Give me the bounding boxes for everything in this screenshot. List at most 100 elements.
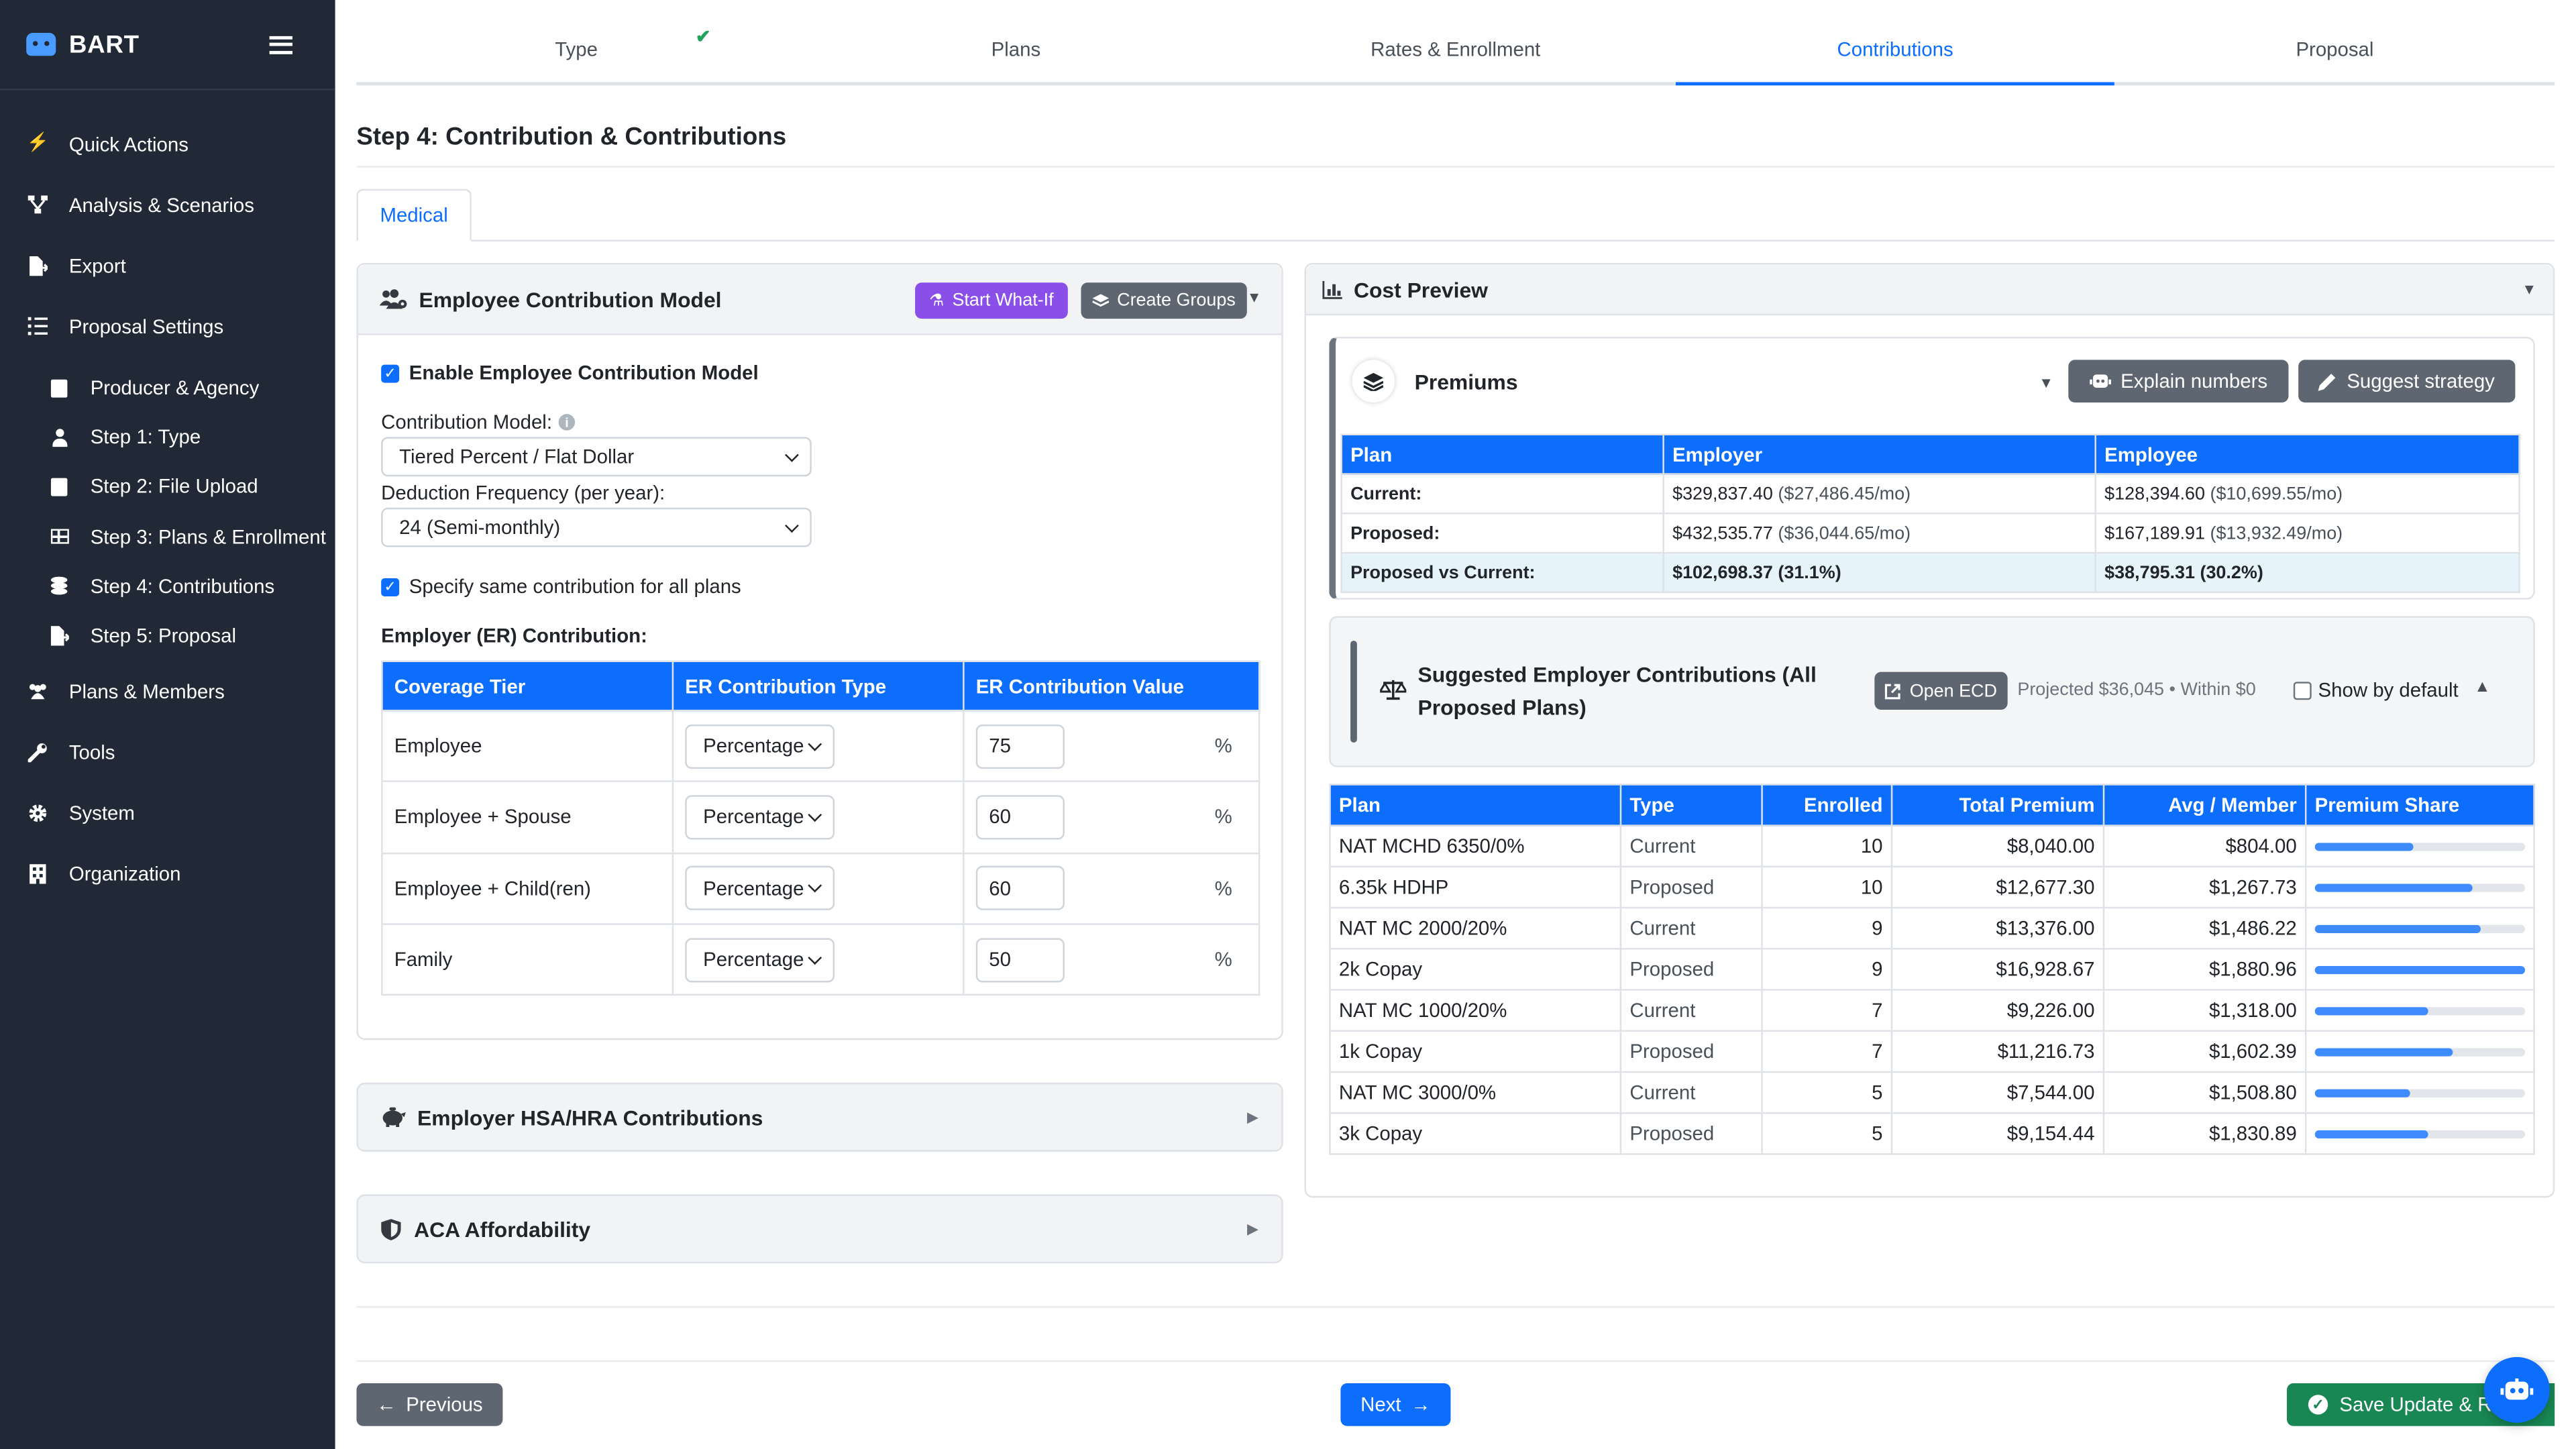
plan-name-cell: 1k Copay xyxy=(1329,1030,1622,1073)
er-contribution-table: Coverage Tier ER Contribution Type ER Co… xyxy=(381,660,1260,996)
premium-share-bar xyxy=(2314,842,2526,851)
er-value-input[interactable]: 75 xyxy=(975,724,1065,769)
enable-model-checkbox[interactable]: ✓ xyxy=(381,364,400,382)
wizard-step-plans[interactable]: Plans xyxy=(796,0,1236,82)
employee-amount: $128,394.60 xyxy=(2104,484,2205,504)
sidebar-item-organization[interactable]: Organization xyxy=(0,843,335,904)
table-header-row: Coverage Tier ER Contribution Type ER Co… xyxy=(381,660,1260,712)
show-default-checkbox[interactable] xyxy=(2293,681,2312,700)
premium-share-fill xyxy=(2314,842,2414,851)
chevron-down-icon xyxy=(785,447,799,462)
check-icon: ✔ xyxy=(695,28,711,48)
cost-preview-header[interactable]: Cost Preview ▼ xyxy=(1305,264,2553,316)
wizard-step-rates[interactable]: Rates & Enrollment xyxy=(1236,0,1675,82)
file-icon xyxy=(49,477,68,496)
wizard-step-label: Type xyxy=(555,38,598,61)
card-title: Employee Contribution Model xyxy=(419,286,722,312)
suggest-strategy-button[interactable]: Suggest strategy xyxy=(2298,360,2516,403)
sidebar-item-label: Export xyxy=(68,254,126,277)
er-type-select[interactable]: Percentage xyxy=(685,724,835,769)
aca-affordability-card[interactable]: ACA Affordability ▶ xyxy=(356,1194,1283,1264)
table-row: 1k Copay Proposed 7 $11,216.73 $1,602.39 xyxy=(1329,1030,2535,1073)
card-title: ACA Affordability xyxy=(414,1216,591,1242)
wizard-step-proposal[interactable]: Proposal xyxy=(2115,0,2555,82)
premium-share-cell xyxy=(2304,824,2535,868)
collapse-caret-icon[interactable]: ▼ xyxy=(2039,374,2053,390)
balance-scale-icon xyxy=(1380,678,1407,700)
info-icon[interactable]: i xyxy=(558,414,576,431)
column-header: Enrolled xyxy=(1761,784,1893,826)
hsa-hra-card[interactable]: Employer HSA/HRA Contributions ▶ xyxy=(356,1082,1283,1152)
sidebar-subitem-step1[interactable]: Step 1: Type xyxy=(0,413,335,462)
employer-monthly: ($27,486.45/mo) xyxy=(1778,484,1911,504)
button-label: Suggest strategy xyxy=(2347,370,2495,393)
column-header: Total Premium xyxy=(1890,784,2105,826)
er-type-select[interactable]: Percentage xyxy=(685,937,835,982)
sidebar-item-export[interactable]: Export xyxy=(0,235,335,296)
previous-button[interactable]: ← Previous xyxy=(356,1383,503,1426)
collapse-up-caret-icon[interactable]: ▲ xyxy=(2474,678,2490,696)
next-button[interactable]: Next → xyxy=(1340,1383,1451,1426)
start-whatif-button[interactable]: ⚗ Start What-If xyxy=(915,282,1068,319)
enrolled-cell: 10 xyxy=(1761,865,1893,909)
wizard-step-type[interactable]: Type ✔ xyxy=(356,0,796,82)
employer-cell: $432,535.77 ($36,044.65/mo) xyxy=(1662,513,2096,554)
enable-model-label: Enable Employee Contribution Model xyxy=(409,361,759,385)
er-type-select[interactable]: Percentage xyxy=(685,866,835,911)
open-ecd-button[interactable]: Open ECD xyxy=(1874,672,2008,710)
employee-cell: $167,189.91 ($13,932.49/mo) xyxy=(2094,513,2520,554)
flask-icon: ⚗ xyxy=(929,291,945,310)
sidebar-item-analysis[interactable]: Analysis & Scenarios xyxy=(0,174,335,235)
show-default-row[interactable]: Show by default xyxy=(2293,678,2459,702)
pencil-icon xyxy=(2318,372,2337,390)
assistant-fab[interactable] xyxy=(2483,1356,2550,1423)
sidebar-item-label: Step 1: Type xyxy=(90,425,201,449)
expand-caret-icon[interactable]: ▶ xyxy=(1247,1108,1258,1126)
total-premium-cell: $13,376.00 xyxy=(1890,906,2105,950)
explain-numbers-button[interactable]: Explain numbers xyxy=(2068,360,2289,403)
wizard-step-label: Rates & Enrollment xyxy=(1371,38,1541,61)
sidebar-subitem-step4[interactable]: Step 4: Contributions xyxy=(0,561,335,611)
premiums-header[interactable]: Premiums xyxy=(1352,360,1518,403)
contribution-model-header[interactable]: Employee Contribution Model ⚗ Start What… xyxy=(358,264,1282,335)
hamburger-menu-icon[interactable] xyxy=(269,35,292,54)
sidebar-subitem-step3[interactable]: Step 3: Plans & Enrollment xyxy=(0,512,335,561)
enable-model-row[interactable]: ✓ Enable Employee Contribution Model xyxy=(381,362,759,384)
er-value-input[interactable]: 50 xyxy=(975,937,1065,982)
sidebar-item-tools[interactable]: Tools xyxy=(0,721,335,782)
collapse-caret-icon[interactable]: ▼ xyxy=(2522,281,2536,297)
total-premium-cell: $9,226.00 xyxy=(1890,989,2105,1032)
enrolled-cell: 10 xyxy=(1761,824,1893,868)
sidebar-subitem-step2[interactable]: Step 2: File Upload xyxy=(0,462,335,512)
employee-monthly: ($13,932.49/mo) xyxy=(2210,523,2343,543)
enrolled-cell: 7 xyxy=(1761,989,1893,1032)
plan-type-cell: Proposed xyxy=(1619,865,1763,909)
tab-medical[interactable]: Medical xyxy=(356,189,472,242)
sidebar-item-system[interactable]: System xyxy=(0,782,335,843)
create-groups-button[interactable]: Create Groups xyxy=(1081,282,1247,319)
employer-monthly: ($36,044.65/mo) xyxy=(1778,523,1911,543)
sidebar-item-proposal-settings[interactable]: Proposal Settings xyxy=(0,296,335,357)
select-value: Tiered Percent / Flat Dollar xyxy=(399,445,635,468)
collapse-caret-icon[interactable]: ▼ xyxy=(1247,289,1262,305)
wizard-step-contributions[interactable]: Contributions xyxy=(1675,0,2114,86)
same-contribution-row[interactable]: ✓ Specify same contribution for all plan… xyxy=(381,575,741,598)
er-type-select[interactable]: Percentage xyxy=(685,795,835,840)
contribution-model-select[interactable]: Tiered Percent / Flat Dollar xyxy=(381,437,812,477)
er-value-input[interactable]: 60 xyxy=(975,866,1065,911)
er-value-input[interactable]: 60 xyxy=(975,795,1065,840)
value-group: 60 % xyxy=(975,795,1258,840)
select-value: Percentage xyxy=(703,806,804,829)
sidebar-subitem-producer[interactable]: Producer & Agency xyxy=(0,363,335,413)
tier-cell: Employee + Child(ren) xyxy=(381,852,674,925)
expand-caret-icon[interactable]: ▶ xyxy=(1247,1220,1258,1238)
card-title: Employer HSA/HRA Contributions xyxy=(417,1104,763,1130)
id-badge-icon xyxy=(49,378,68,397)
brand-bar: BART xyxy=(0,0,335,91)
table-row: Current: $329,837.40 ($27,486.45/mo) $12… xyxy=(1340,473,2520,515)
sidebar-item-quick-actions[interactable]: ⚡ Quick Actions xyxy=(0,113,335,174)
deduction-frequency-select[interactable]: 24 (Semi-monthly) xyxy=(381,507,812,547)
sidebar-subitem-step5[interactable]: Step 5: Proposal xyxy=(0,611,335,661)
same-contribution-checkbox[interactable]: ✓ xyxy=(381,577,400,596)
sidebar-item-plans-members[interactable]: Plans & Members xyxy=(0,661,335,722)
